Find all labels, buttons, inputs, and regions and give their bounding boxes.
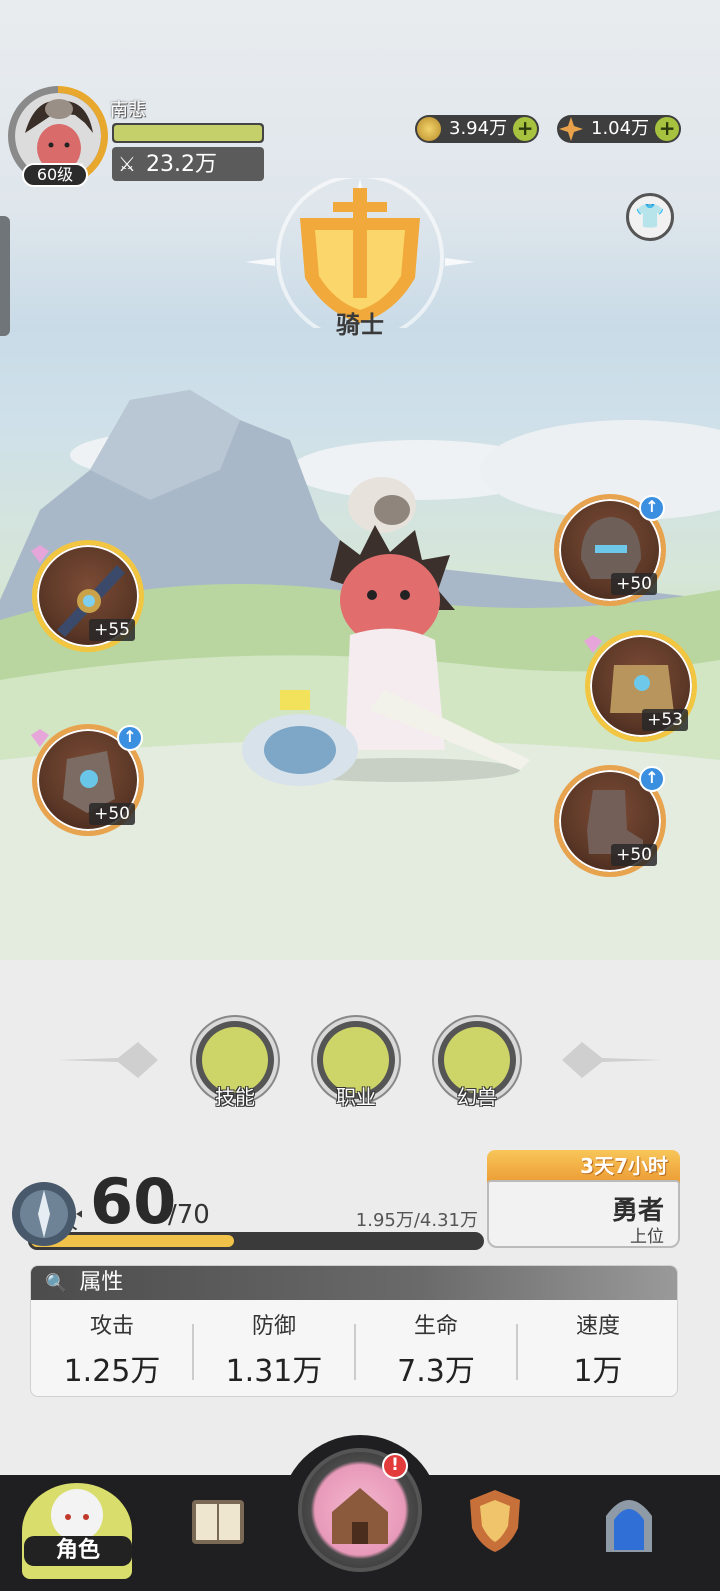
nav-guild-tab[interactable]: [462, 1484, 528, 1554]
right-ornament-icon: [562, 1042, 662, 1078]
level-max: /70: [168, 1200, 210, 1230]
attributes-panel: 🔍 属性 攻击 1.25万 防御 1.31万 生命 7.3万 速度 1万: [30, 1265, 678, 1397]
class-label: 职业: [336, 1085, 376, 1109]
gem-icon: [31, 545, 49, 563]
character-icon: [51, 1489, 103, 1541]
shirt-icon: 👕: [635, 202, 665, 230]
upgrade-arrow-icon: ↑: [639, 766, 665, 792]
rank-subtitle: 上位: [630, 1227, 664, 1247]
attr-name: 速度: [575, 1314, 620, 1339]
attr-value: 1.31万: [225, 1354, 323, 1389]
crystal-amount: 1.04万: [591, 118, 650, 139]
equipment-slot-offhand[interactable]: ↑ +50: [31, 724, 144, 836]
rank-emblem-icon: [12, 1182, 82, 1246]
side-drawer-tab[interactable]: [0, 216, 10, 336]
portal-icon: [606, 1500, 652, 1552]
attr-attack: 攻击 1.25万: [31, 1308, 193, 1390]
shield-icon: [470, 1490, 520, 1552]
star-crystal-icon: [559, 117, 583, 141]
crystal-currency: 1.04万 +: [557, 115, 682, 143]
skill-label: 技能: [215, 1085, 255, 1109]
attr-value: 1.25万: [63, 1354, 161, 1389]
level-progress-bar: [28, 1232, 484, 1250]
class-name: 骑士: [336, 311, 384, 339]
rank-card[interactable]: 3天7小时 勇者 上位: [487, 1150, 680, 1250]
crossed-swords-icon: ⚔: [118, 152, 136, 176]
enhance-level: +55: [89, 619, 135, 641]
gold-amount: 3.94万: [449, 118, 508, 139]
home-alert-badge: !: [382, 1453, 408, 1479]
beast-label: 幻兽: [457, 1085, 497, 1109]
enhance-level: +53: [642, 709, 688, 731]
attr-value: 1万: [573, 1354, 623, 1389]
left-ornament-icon: [58, 1042, 158, 1078]
equipment-slot-armor[interactable]: +53: [584, 630, 697, 742]
nav-character-label: 角色: [24, 1536, 132, 1566]
level-current: 60: [90, 1165, 177, 1238]
enhance-level: +50: [611, 844, 657, 866]
attr-name: 防御: [251, 1314, 296, 1339]
gold-currency: 3.94万 +: [415, 115, 540, 143]
add-crystal-button[interactable]: +: [655, 117, 680, 141]
upgrade-arrow-icon: ↑: [117, 725, 143, 751]
class-button[interactable]: 职业: [313, 1017, 399, 1109]
search-icon: 🔍: [45, 1273, 68, 1294]
beast-button[interactable]: 幻兽: [434, 1017, 520, 1109]
attributes-header[interactable]: 🔍 属性: [31, 1266, 677, 1300]
player-exp-bar: [112, 123, 264, 143]
attr-name: 攻击: [89, 1314, 134, 1339]
equipment-slot-helmet[interactable]: ↑ +50: [554, 494, 666, 606]
equipment-slot-weapon[interactable]: +55: [31, 540, 144, 652]
attributes-title: 属性: [79, 1270, 124, 1295]
rank-timer: 3天7小时: [487, 1150, 680, 1184]
add-gold-button[interactable]: +: [513, 117, 538, 141]
enhance-level: +50: [611, 573, 657, 595]
gem-icon: [31, 729, 49, 747]
attr-hp: 生命 7.3万: [355, 1308, 517, 1390]
hero-character[interactable]: [200, 460, 540, 790]
attr-name: 生命: [413, 1314, 458, 1339]
book-icon: [192, 1500, 244, 1544]
upgrade-arrow-icon: ↑: [639, 495, 665, 521]
player-name: 南悲: [110, 100, 146, 121]
enhance-level: +50: [89, 803, 135, 825]
attr-defense: 防御 1.31万: [193, 1308, 355, 1390]
gold-coin-icon: [417, 117, 441, 141]
attr-speed: 速度 1万: [517, 1308, 677, 1390]
gem-icon: [584, 635, 602, 653]
combat-power-value: 23.2万: [146, 152, 217, 177]
combat-power: ⚔ 23.2万: [112, 147, 264, 181]
player-exp-fill: [114, 125, 262, 141]
level-exp-text: 1.95万/4.31万: [355, 1210, 478, 1231]
nav-portal-tab[interactable]: [596, 1486, 662, 1556]
nav-book-tab[interactable]: [186, 1490, 250, 1554]
equipment-slot-boots[interactable]: ↑ +50: [554, 765, 666, 877]
player-level-badge: 60级: [22, 163, 88, 187]
skill-button[interactable]: 技能: [192, 1017, 278, 1109]
rank-body: 勇者 上位: [487, 1180, 680, 1248]
attr-value: 7.3万: [397, 1354, 475, 1389]
hero-with-pet-illustration: [242, 477, 530, 786]
outfit-button[interactable]: 👕: [626, 193, 674, 241]
